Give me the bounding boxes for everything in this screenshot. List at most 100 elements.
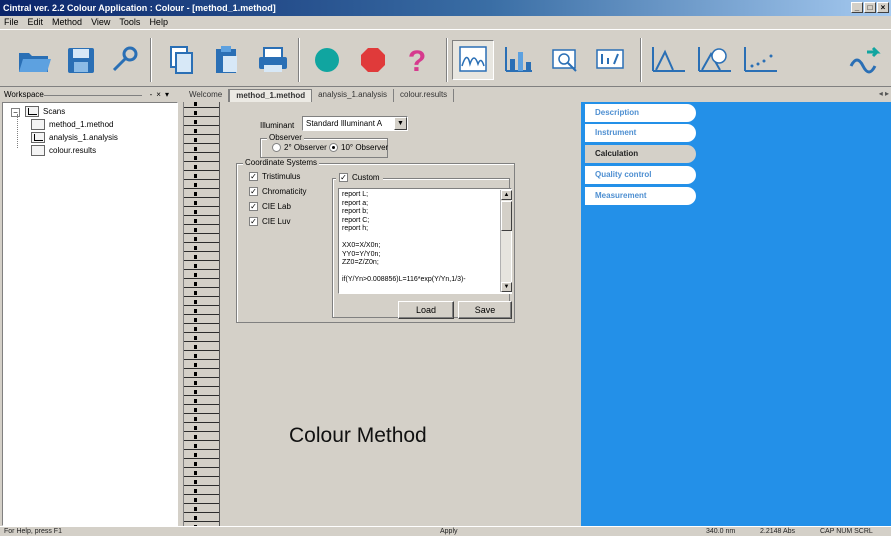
gauge-chart-icon[interactable] bbox=[694, 40, 736, 80]
instrument-icon[interactable] bbox=[544, 40, 586, 80]
radio-dot-selected bbox=[329, 143, 338, 152]
tree-root-label: Scans bbox=[43, 107, 66, 116]
menu-tools[interactable]: Tools bbox=[119, 16, 140, 29]
workspace-header: Workspace -×▾ bbox=[2, 89, 177, 101]
tree-item-results[interactable]: colour.results bbox=[31, 145, 96, 156]
side-tab-calculation[interactable]: Calculation bbox=[585, 145, 696, 163]
results-file-icon bbox=[31, 145, 45, 156]
measure-icon[interactable] bbox=[590, 40, 632, 80]
tab-analysis[interactable]: analysis_1.analysis bbox=[312, 89, 395, 102]
side-tab-quality-control[interactable]: Quality control bbox=[585, 166, 696, 184]
tree-item-analysis[interactable]: analysis_1.analysis bbox=[31, 132, 118, 143]
scroll-down-icon[interactable]: ▼ bbox=[501, 282, 512, 292]
custom-script-textarea[interactable]: report L; report a; report b; report C; … bbox=[338, 188, 512, 294]
observer-2-radio[interactable]: 2° Observer bbox=[272, 143, 327, 152]
scroll-up-icon[interactable]: ▲ bbox=[501, 190, 512, 200]
chromaticity-label: Chromaticity bbox=[262, 187, 307, 196]
peak-chart-icon[interactable] bbox=[648, 40, 690, 80]
custom-label: Custom bbox=[352, 173, 380, 182]
tree-item-label: method_1.method bbox=[49, 120, 114, 129]
method-panel: Illuminant Standard Illuminant A ▼ Obser… bbox=[183, 102, 581, 526]
menu-method[interactable]: Method bbox=[52, 16, 82, 29]
document-tabs: Welcome method_1.method analysis_1.analy… bbox=[183, 89, 891, 102]
tools-icon[interactable] bbox=[103, 40, 145, 80]
minimize-button[interactable]: _ bbox=[851, 2, 863, 13]
transfer-icon[interactable] bbox=[846, 40, 888, 80]
figure-caption: Colour Method bbox=[289, 424, 427, 447]
cie-luv-label: CIE Luv bbox=[262, 217, 291, 226]
tristimulus-label: Tristimulus bbox=[262, 172, 301, 181]
window-title: Cintral ver. 2.2 Colour Application : Co… bbox=[3, 3, 276, 13]
save-button[interactable]: Save bbox=[458, 301, 512, 319]
scatter-chart-icon[interactable] bbox=[740, 40, 782, 80]
status-absorbance: 2.2148 Abs bbox=[760, 528, 796, 535]
print-icon[interactable] bbox=[252, 40, 294, 80]
cie-luv-checkbox[interactable]: ✓ CIE Luv bbox=[249, 217, 290, 226]
coordinate-systems-title: Coordinate Systems bbox=[243, 158, 320, 168]
observer-2-label: 2° Observer bbox=[284, 143, 327, 152]
status-bar: For Help, press F1 Apply 340.0 nm 2.2148… bbox=[0, 526, 891, 536]
save-disk-icon[interactable] bbox=[60, 40, 102, 80]
checkbox-box: ✓ bbox=[249, 187, 258, 196]
stop-octagon-icon[interactable] bbox=[352, 40, 394, 80]
tristimulus-checkbox[interactable]: ✓ Tristimulus bbox=[249, 172, 300, 181]
close-button[interactable]: × bbox=[877, 2, 889, 13]
side-tab-measurement[interactable]: Measurement bbox=[585, 187, 696, 205]
observer-10-radio[interactable]: 10° Observer bbox=[329, 143, 388, 152]
status-flags: CAP NUM SCRL bbox=[820, 528, 873, 535]
analysis-file-icon bbox=[31, 132, 45, 143]
illuminant-select[interactable]: Standard Illuminant A ▼ bbox=[302, 116, 408, 131]
workspace-tree: − Scans method_1.method analysis_1.analy… bbox=[2, 102, 178, 526]
status-help: For Help, press F1 bbox=[4, 528, 62, 535]
menu-bar: File Edit Method View Tools Help bbox=[0, 16, 891, 29]
toolbar: ? bbox=[0, 29, 891, 87]
status-mode: Apply bbox=[440, 528, 458, 535]
workspace-title: Workspace bbox=[4, 90, 44, 99]
svg-text:?: ? bbox=[408, 45, 426, 76]
custom-checkbox[interactable]: ✓ Custom bbox=[336, 173, 383, 182]
bar-chart-icon[interactable] bbox=[498, 40, 540, 80]
tree-item-method[interactable]: method_1.method bbox=[31, 119, 114, 130]
copy-icon[interactable] bbox=[160, 40, 202, 80]
tab-method[interactable]: method_1.method bbox=[229, 89, 313, 102]
scans-icon bbox=[25, 106, 39, 117]
tree-item-label: analysis_1.analysis bbox=[49, 133, 118, 142]
go-circle-icon[interactable] bbox=[306, 40, 348, 80]
method-file-icon bbox=[31, 119, 45, 130]
menu-view[interactable]: View bbox=[91, 16, 110, 29]
tree-item-label: colour.results bbox=[49, 146, 97, 155]
illuminant-label: Illuminant bbox=[260, 121, 295, 130]
spectrum-chart-icon[interactable] bbox=[452, 40, 494, 80]
load-button[interactable]: Load bbox=[398, 301, 454, 319]
observer-10-label: 10° Observer bbox=[341, 143, 389, 152]
checkbox-box: ✓ bbox=[249, 217, 258, 226]
cie-lab-label: CIE Lab bbox=[262, 202, 291, 211]
radio-dot bbox=[272, 143, 281, 152]
tab-scroll-arrows[interactable]: ◂ ▸ bbox=[879, 89, 889, 98]
help-question-icon[interactable]: ? bbox=[396, 40, 438, 80]
side-tab-instrument[interactable]: Instrument bbox=[585, 124, 696, 142]
scroll-thumb[interactable] bbox=[501, 201, 512, 231]
notebook-spiral bbox=[184, 102, 220, 526]
side-tab-description[interactable]: Description bbox=[585, 104, 696, 122]
cie-lab-checkbox[interactable]: ✓ CIE Lab bbox=[249, 202, 291, 211]
chevron-down-icon[interactable]: ▼ bbox=[394, 117, 407, 130]
maximize-button[interactable]: □ bbox=[864, 2, 876, 13]
checkbox-box: ✓ bbox=[249, 172, 258, 181]
status-wavelength: 340.0 nm bbox=[706, 528, 736, 535]
illuminant-value: Standard Illuminant A bbox=[306, 119, 383, 128]
workspace-window-controls[interactable]: -×▾ bbox=[150, 89, 173, 101]
chromaticity-checkbox[interactable]: ✓ Chromaticity bbox=[249, 187, 306, 196]
open-folder-icon[interactable] bbox=[14, 40, 56, 80]
textarea-scrollbar[interactable]: ▲ ▼ bbox=[500, 190, 512, 292]
checkbox-box: ✓ bbox=[249, 202, 258, 211]
observer-group-title: Observer bbox=[267, 133, 304, 143]
checkbox-box: ✓ bbox=[339, 173, 348, 182]
menu-help[interactable]: Help bbox=[149, 16, 168, 29]
tree-root[interactable]: Scans bbox=[25, 106, 65, 117]
menu-file[interactable]: File bbox=[4, 16, 19, 29]
tab-results[interactable]: colour.results bbox=[394, 89, 455, 102]
paste-icon[interactable] bbox=[206, 40, 248, 80]
tab-welcome[interactable]: Welcome bbox=[183, 89, 230, 102]
menu-edit[interactable]: Edit bbox=[28, 16, 44, 29]
